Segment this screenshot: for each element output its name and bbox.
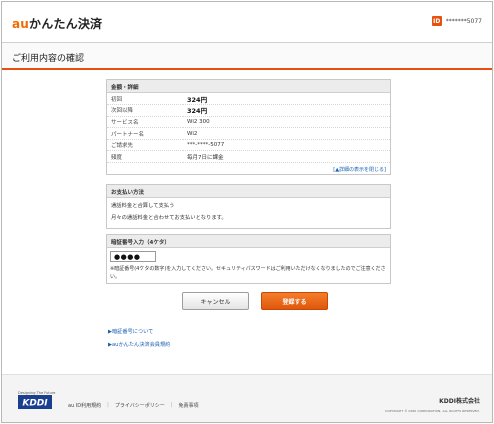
details-label: サービス名 (107, 116, 183, 129)
payment-panel: お支払い方法 通話料金と合算して支払う 月々の通話料金と合わせてお支払いとなりま… (106, 184, 391, 229)
copyright: COPYRIGHT © KDDI CORPORATION, ALL RIGHTS… (385, 409, 480, 413)
details-row: 初回 324円 (107, 93, 390, 106)
details-value: ***-****-5077 (183, 139, 390, 152)
footer: Designing The Future KDDI au ID利用規約 | プラ… (2, 374, 492, 422)
au-easy-payment-logo: auかんたん決済 (12, 15, 102, 32)
pin-heading: 暗証番号入力（4ケタ） (107, 235, 390, 248)
details-value: 毎月7日に課金 (183, 150, 390, 164)
footer-link-privacy[interactable]: プライバシーポリシー (115, 402, 165, 409)
details-label: 次回以降 (107, 104, 183, 117)
details-panel: 金額・詳細 初回 324円 次回以降 324円 サービス名 Wi2 300 パートナー名 Wi… (106, 79, 391, 176)
company-name: KDDI株式会社 (439, 398, 480, 405)
register-button[interactable]: 登録する (261, 292, 328, 310)
header: auかんたん決済 ID *******5077 (2, 2, 492, 42)
terms-link[interactable]: ▶auかんたん決済会員規約 (108, 341, 170, 354)
details-heading: 金額・詳細 (107, 80, 390, 93)
toggle-details-link[interactable]: [▲詳細の表示を閉じる] (107, 163, 390, 174)
kddi-logo: KDDI (18, 395, 52, 409)
footer-separator: | (170, 402, 173, 408)
title-bar: ご利用内容の確認 (2, 42, 492, 70)
logo-text: かんたん決済 (29, 17, 103, 31)
logo-prefix: au (12, 17, 30, 31)
details-value: Wi2 (183, 127, 390, 140)
details-table: 初回 324円 次回以降 324円 サービス名 Wi2 300 パートナー名 Wi2 ご請求先 *… (107, 93, 390, 164)
page-title: ご利用内容の確認 (12, 54, 85, 64)
pin-panel: 暗証番号入力（4ケタ） ●●●● ※暗証番号(4ケタの数字)を入力してください。… (106, 234, 391, 284)
details-label: 初回 (107, 93, 183, 106)
pin-note: ※暗証番号(4ケタの数字)を入力してください。セキュリティパスワードはご利用いた… (110, 266, 386, 280)
details-label: ご請求先 (107, 139, 183, 152)
details-row: 頻度 毎月7日に課金 (107, 150, 390, 164)
details-label: 頻度 (107, 150, 183, 164)
details-row: 次回以降 324円 (107, 104, 390, 117)
details-label: パートナー名 (107, 127, 183, 140)
payment-note: 月々の通話料金と合わせてお支払いとなります。 (111, 215, 227, 221)
payment-method: 通話料金と合算して支払う (111, 203, 175, 209)
details-row: ご請求先 ***-****-5077 (107, 139, 390, 152)
pin-about-link[interactable]: ▶暗証番号について (108, 328, 170, 341)
page-frame: auかんたん決済 ID *******5077 ご利用内容の確認 金額・詳細 初… (1, 1, 493, 423)
masked-id: *******5077 (445, 17, 482, 25)
footer-separator: | (107, 402, 109, 408)
footer-link-disclaimer[interactable]: 免責事項 (178, 402, 198, 409)
footer-link-auid-terms[interactable]: au ID利用規約 (68, 402, 101, 409)
id-icon: ID (431, 16, 442, 26)
details-row: パートナー名 Wi2 (107, 127, 390, 140)
details-value: 324円 (183, 104, 390, 117)
pin-input[interactable]: ●●●● (110, 251, 156, 262)
account-id: ID *******5077 (431, 16, 482, 26)
details-value: Wi2 300 (183, 116, 390, 129)
details-row: サービス名 Wi2 300 (107, 116, 390, 129)
svg-text:KDDI: KDDI (22, 399, 48, 409)
footer-links: au ID利用規約 | プライバシーポリシー | 免責事項 (68, 402, 198, 409)
cancel-button[interactable]: キャンセル (182, 292, 249, 310)
payment-body: 通話料金と合算して支払う 月々の通話料金と合わせてお支払いとなります。 (107, 198, 390, 222)
payment-heading: お支払い方法 (107, 185, 390, 198)
help-links: ▶暗証番号について ▶auかんたん決済会員規約 (108, 328, 170, 354)
details-value: 324円 (183, 93, 390, 106)
